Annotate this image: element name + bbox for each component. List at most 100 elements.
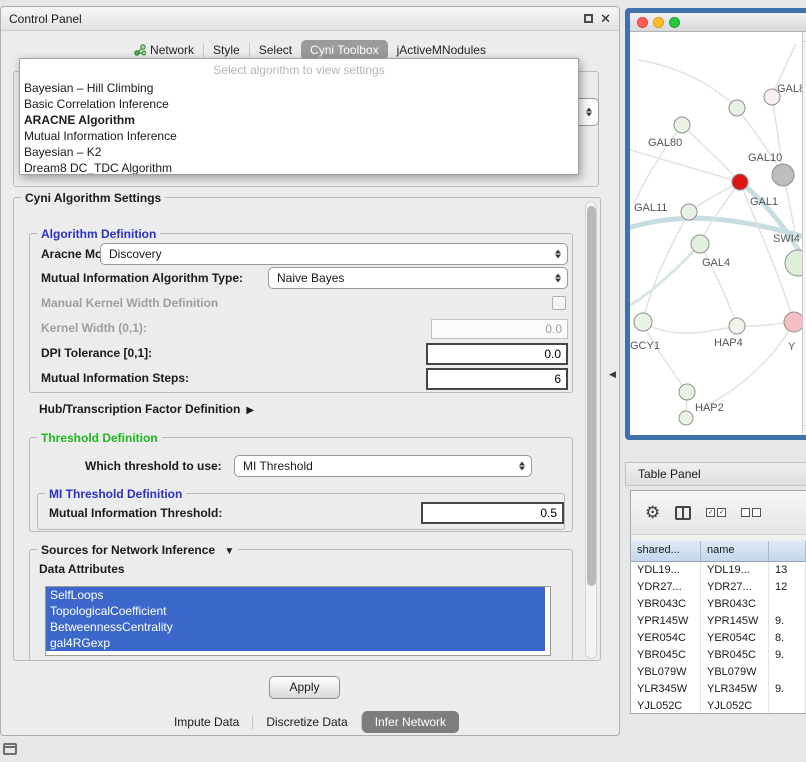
close-icon[interactable]: ✕ xyxy=(600,7,611,31)
algorithm-placeholder[interactable]: Select algorithm to view settings xyxy=(20,59,578,80)
algorithm-option[interactable]: Bayesian – K2 xyxy=(20,144,578,160)
table-cell[interactable]: YDR27... xyxy=(631,579,701,596)
algorithm-option[interactable]: Mutual Information Inference xyxy=(20,128,578,144)
network-edge[interactable] xyxy=(702,322,794,408)
table-row[interactable]: YPR145WYPR145W9. xyxy=(631,613,806,630)
network-canvas[interactable]: GAL8GAL80GAL10GAL11GAL1SWI4GAL4GCY1HAP4Y… xyxy=(630,32,806,435)
table-row[interactable]: YBL079WYBL079W xyxy=(631,664,806,681)
table-row[interactable]: YBR045CYBR045C9. xyxy=(631,647,806,664)
network-node[interactable] xyxy=(634,313,652,331)
tab-infer-network[interactable]: Infer Network xyxy=(362,711,459,733)
network-node[interactable] xyxy=(679,411,693,425)
select-all-icon[interactable]: ✓✓ xyxy=(706,508,726,517)
window-close-button[interactable] xyxy=(637,17,648,28)
table-cell[interactable]: 9. xyxy=(769,647,806,664)
network-svg[interactable]: GAL8GAL80GAL10GAL11GAL1SWI4GAL4GCY1HAP4Y… xyxy=(630,32,806,435)
table-cell[interactable]: 9. xyxy=(769,681,806,698)
deselect-all-icon[interactable] xyxy=(741,508,761,517)
table-row[interactable]: YLR345WYLR345W9. xyxy=(631,681,806,698)
gear-icon[interactable]: ⚙ xyxy=(645,504,660,521)
data-attribute-item[interactable]: BetweennessCentrality xyxy=(46,619,545,635)
table-cell[interactable]: YBR045C xyxy=(701,647,769,664)
table-cell[interactable] xyxy=(769,698,806,714)
table-row[interactable]: YDR27...YDR27...12 xyxy=(631,579,806,596)
table-cell[interactable]: YBR043C xyxy=(701,596,769,613)
table-cell[interactable]: YBL079W xyxy=(631,664,701,681)
table-cell[interactable]: 9. xyxy=(769,613,806,630)
table-cell[interactable]: YER054C xyxy=(701,630,769,647)
mi-steps-field[interactable] xyxy=(426,368,568,390)
column-header-shared-name[interactable]: shared... xyxy=(631,541,701,562)
algorithm-option[interactable]: Bayesian – Hill Climbing xyxy=(20,80,578,96)
network-node[interactable] xyxy=(691,235,709,253)
table-cell[interactable]: 13 xyxy=(769,562,806,579)
table-cell[interactable]: YBL079W xyxy=(701,664,769,681)
network-node[interactable] xyxy=(772,164,794,186)
aracne-mode-combo[interactable]: Discovery xyxy=(100,243,568,265)
table-row[interactable]: YDL19...YDL19...13 xyxy=(631,562,806,579)
network-node[interactable] xyxy=(674,117,690,133)
table-cell[interactable]: YBR043C xyxy=(631,596,701,613)
network-edge[interactable] xyxy=(700,182,740,244)
window-minimize-button[interactable] xyxy=(653,17,664,28)
kernel-width-field[interactable] xyxy=(431,319,568,339)
settings-scrollbar-thumb[interactable] xyxy=(587,206,596,586)
column-header-clipped[interactable] xyxy=(769,541,806,562)
network-edge[interactable] xyxy=(689,182,740,212)
data-attribute-item[interactable]: gal4RGexp xyxy=(46,635,545,651)
table-row[interactable]: YBR043CYBR043C xyxy=(631,596,806,613)
network-node[interactable] xyxy=(732,174,748,190)
expand-right-icon[interactable]: ▶ xyxy=(246,405,254,416)
network-window-titlebar[interactable] xyxy=(630,13,806,32)
network-edge[interactable] xyxy=(737,108,783,175)
table-cell[interactable]: YJL052C xyxy=(631,698,701,714)
apply-button[interactable]: Apply xyxy=(269,676,340,699)
column-header-name[interactable]: name xyxy=(701,541,769,562)
network-edge[interactable] xyxy=(638,60,737,108)
network-edge[interactable] xyxy=(643,322,737,333)
network-scrollbar[interactable]: ▲ ▼ xyxy=(802,32,806,435)
dpi-tolerance-field[interactable] xyxy=(426,343,568,365)
window-zoom-button[interactable] xyxy=(669,17,680,28)
network-node[interactable] xyxy=(729,318,745,334)
table-cell[interactable]: YLR345W xyxy=(631,681,701,698)
table-cell[interactable]: 8. xyxy=(769,630,806,647)
algorithm-option[interactable]: Dream8 DC_TDC Algorithm xyxy=(20,160,578,175)
manual-kernel-checkbox[interactable] xyxy=(552,296,566,310)
minimized-panel-icon[interactable] xyxy=(3,743,17,755)
expand-down-icon[interactable]: ▼ xyxy=(224,546,234,557)
network-edge[interactable] xyxy=(643,212,689,322)
tab-discretize-data[interactable]: Discretize Data xyxy=(253,711,360,733)
data-attributes-list[interactable]: SelfLoopsTopologicalCoefficientBetweenne… xyxy=(45,586,551,656)
sources-section-toggle[interactable]: Sources for Network Inference ▼ xyxy=(37,543,238,557)
table-cell[interactable]: YLR345W xyxy=(701,681,769,698)
table-row[interactable]: YJL052CYJL052C xyxy=(631,698,806,714)
which-threshold-combo[interactable]: MI Threshold xyxy=(234,455,532,477)
table-cell[interactable]: YJL052C xyxy=(701,698,769,714)
column-settings-icon[interactable] xyxy=(675,506,691,520)
network-node[interactable] xyxy=(784,312,804,332)
table-cell[interactable]: 12 xyxy=(769,579,806,596)
hub-section-toggle[interactable]: Hub/Transcription Factor Definition▶ xyxy=(39,399,254,421)
data-attribute-item[interactable]: SelfLoops xyxy=(46,587,545,603)
network-edge[interactable] xyxy=(630,244,700,310)
mi-type-combo[interactable]: Naive Bayes xyxy=(268,267,568,289)
network-node[interactable] xyxy=(681,204,697,220)
table-cell[interactable]: YDL19... xyxy=(701,562,769,579)
float-window-icon[interactable] xyxy=(584,14,593,23)
tab-cyni-toolbox[interactable]: Cyni Toolbox xyxy=(301,40,387,60)
network-node[interactable] xyxy=(729,100,745,116)
tab-network[interactable]: Network xyxy=(125,40,203,60)
table-cell[interactable]: YPR145W xyxy=(701,613,769,630)
tab-impute-data[interactable]: Impute Data xyxy=(161,711,252,733)
algorithm-option[interactable]: Basic Correlation Inference xyxy=(20,96,578,112)
tab-select[interactable]: Select xyxy=(250,40,301,60)
data-attribute-item[interactable]: TopologicalCoefficient xyxy=(46,603,545,619)
mi-threshold-field[interactable] xyxy=(421,502,564,524)
table-cell[interactable]: YDR27... xyxy=(701,579,769,596)
tab-jactivemnodules[interactable]: jActiveMNodules xyxy=(388,40,495,60)
table-cell[interactable]: YBR045C xyxy=(631,647,701,664)
table-cell[interactable]: YPR145W xyxy=(631,613,701,630)
network-node[interactable] xyxy=(679,384,695,400)
table-cell[interactable]: YDL19... xyxy=(631,562,701,579)
